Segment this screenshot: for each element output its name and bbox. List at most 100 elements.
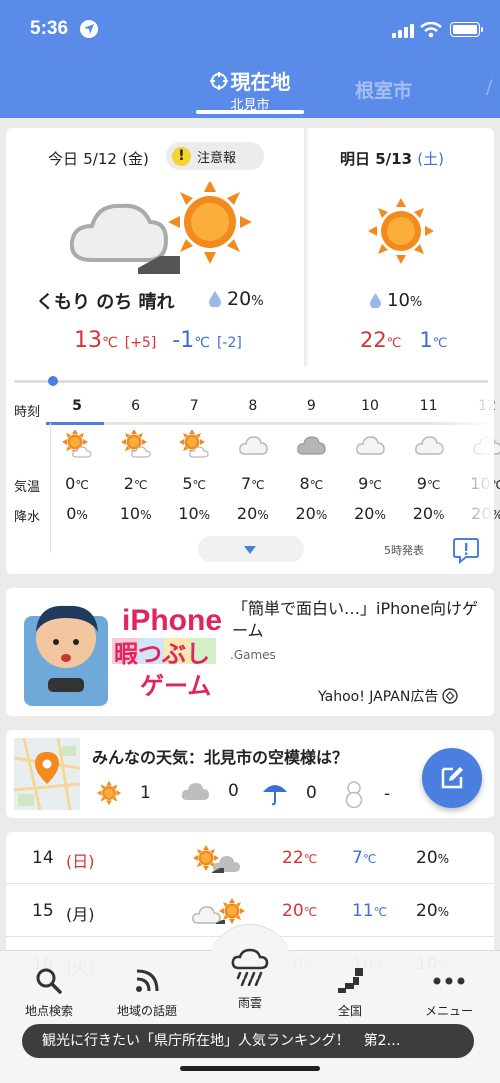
community-weather-title: みんなの天気：北見市の空模様は？ xyxy=(92,748,349,767)
hourly-forecast[interactable]: 時刻 気温 降水 5 0℃ 0% 6 2℃ 10% 7 5℃ 10% 8 7℃ 20% 9 8℃ 20% 10… xyxy=(6,398,500,553)
today-pop: 20 xyxy=(227,288,252,310)
weekly-day: 15 xyxy=(32,901,54,921)
tomorrow-forecast[interactable]: 明日 5/13 (土) 10% 22℃ 1℃ xyxy=(308,128,494,368)
hour-precip-unit: % xyxy=(257,508,269,522)
ad-image-game: ゲーム xyxy=(140,672,211,700)
hour-temp-unit: ℃ xyxy=(309,478,324,492)
today-condition: くもり のち 晴れ xyxy=(36,292,175,313)
sun-cloud-icon xyxy=(179,429,209,464)
vote-snowy[interactable]: - xyxy=(342,780,390,808)
hour-precip-unit: % xyxy=(198,508,211,522)
nav-rain-radar[interactable]: 雨雲 xyxy=(205,948,295,1011)
ad-card[interactable]: iPhone 暇つぶし ゲーム 「簡単で面白い…」iPhone向けゲーム .Ga… xyxy=(6,588,494,716)
search-icon xyxy=(36,968,62,994)
today-label: 今日 xyxy=(48,150,79,168)
today-date: 今日 5/12 (金) xyxy=(48,148,149,169)
today-high-diff: [+5] xyxy=(124,335,157,351)
hourly-scrubber-knob[interactable] xyxy=(48,376,58,386)
tomorrow-pop: 10 xyxy=(387,290,410,311)
hour-column[interactable]: 5 0℃ 0% xyxy=(48,398,106,523)
sun-cloud-icon xyxy=(62,429,92,464)
hour-label: 7 xyxy=(189,398,199,414)
vote-cloudy[interactable]: 0 xyxy=(180,780,239,802)
today-high: 13 xyxy=(74,328,102,353)
rain-cloud-icon xyxy=(231,948,269,986)
hour-column[interactable]: 9 8℃ 20% xyxy=(282,398,340,523)
nav-menu[interactable]: メニュー xyxy=(404,966,494,1019)
today-forecast[interactable]: 今日 5/12 (金) ! 注意報 くもり のち 晴れ 20% 13℃ [+5]… xyxy=(6,128,306,368)
nav-rain-label: 雨雲 xyxy=(237,996,262,1010)
vote-rainy[interactable]: 0 xyxy=(262,780,317,806)
tab-current-location[interactable]: 現在地 北見市 xyxy=(200,66,300,113)
today-pop-unit: % xyxy=(251,294,264,309)
weekly-low: 11℃ xyxy=(352,901,387,921)
hour-precip-unit: % xyxy=(140,508,152,522)
forecast-card: 今日 5/12 (金) ! 注意報 くもり のち 晴れ 20% 13℃ [+5]… xyxy=(6,128,500,574)
hour-temp-value: 5 xyxy=(182,474,193,493)
raindrop-icon xyxy=(370,293,381,308)
community-weather-card[interactable]: みんなの天気：北見市の空模様は？ 1 0 0 - xyxy=(6,730,494,818)
weekly-row[interactable]: 14 (日) 22℃ 7℃ 20% xyxy=(6,832,494,884)
temp-row-label: 気温 xyxy=(14,480,41,495)
tomorrow-low: 1 xyxy=(419,328,433,352)
hour-precip: 20% xyxy=(282,504,340,523)
hour-column[interactable]: 10 9℃ 20% xyxy=(341,398,399,523)
alert-icon: ! xyxy=(172,146,191,166)
vote-snowy-count: - xyxy=(384,784,391,804)
battery-icon xyxy=(450,22,483,37)
hour-temp-value: 9 xyxy=(358,474,369,493)
umbrella-icon xyxy=(263,785,287,806)
ad-label[interactable]: Yahoo! JAPAN広告 xyxy=(318,686,459,706)
hour-precip-value: 10 xyxy=(178,504,199,523)
snowman-icon xyxy=(345,781,363,808)
hour-temp-unit: ℃ xyxy=(133,478,148,492)
precip-row-label: 降水 xyxy=(14,510,41,525)
more-icon xyxy=(433,977,465,985)
weekly-weekday: (日) xyxy=(66,852,95,871)
hour-column[interactable]: 7 5℃ 10% xyxy=(165,398,223,523)
vote-sunny[interactable]: 1 xyxy=(96,780,151,806)
tomorrow-temps: 22℃ 1℃ xyxy=(360,328,447,352)
hour-temp-unit: ℃ xyxy=(192,478,207,492)
today-low: -1 xyxy=(172,328,195,353)
tomorrow-label: 明日 xyxy=(340,150,371,168)
weekly-weekday: (月) xyxy=(66,905,95,924)
alert-badge[interactable]: ! 注意報 xyxy=(166,142,264,170)
location-arrow-icon xyxy=(80,20,98,38)
weekly-high-unit: ℃ xyxy=(303,905,318,919)
rss-icon xyxy=(136,969,159,992)
info-icon[interactable] xyxy=(452,536,480,564)
hour-temp: 0℃ xyxy=(48,474,106,493)
weekly-high-value: 20 xyxy=(282,901,304,921)
nav-topics[interactable]: 地域の話題 xyxy=(102,966,192,1019)
ad-label-text: Yahoo! JAPAN広告 xyxy=(318,689,439,705)
time-row-label: 時刻 xyxy=(14,405,41,420)
expand-button[interactable] xyxy=(198,536,304,562)
weekly-high: 20℃ xyxy=(282,901,317,921)
hour-precip-value: 20 xyxy=(412,504,434,523)
tab-next-partial[interactable]: / xyxy=(486,76,492,98)
sun-icon xyxy=(96,780,122,806)
tomorrow-high: 22 xyxy=(360,328,387,352)
tab-nemuro[interactable]: 根室市 xyxy=(355,76,412,103)
hourly-scrubber[interactable] xyxy=(14,376,488,386)
news-ticker[interactable]: 観光に行きたい「県庁所在地」人気ランキング！ 第2… xyxy=(22,1024,474,1058)
signal-icon xyxy=(392,24,414,38)
weekly-weather-icon xyxy=(190,842,250,880)
tomorrow-date-value: 5/13 xyxy=(375,150,413,168)
hour-precip: 10% xyxy=(107,504,165,523)
post-weather-button[interactable] xyxy=(422,748,482,808)
nav-national[interactable]: 全国 xyxy=(305,966,395,1019)
community-votes: 1 0 0 - xyxy=(96,780,396,812)
weekly-low-unit: ℃ xyxy=(373,905,388,919)
weekly-low: 7℃ xyxy=(352,848,376,868)
ad-title[interactable]: 「簡単で面白い…」iPhone向けゲーム xyxy=(232,598,482,642)
hour-label: 5 xyxy=(72,398,82,414)
tomorrow-date: 明日 5/13 (土) xyxy=(340,148,444,169)
hour-column[interactable]: 8 7℃ 20% xyxy=(224,398,282,523)
hour-column[interactable]: 6 2℃ 10% xyxy=(107,398,165,523)
alert-label: 注意報 xyxy=(197,150,237,166)
today-low-unit: ℃ xyxy=(194,335,210,351)
nav-search[interactable]: 地点検索 xyxy=(4,966,94,1019)
today-high-unit: ℃ xyxy=(102,335,118,351)
